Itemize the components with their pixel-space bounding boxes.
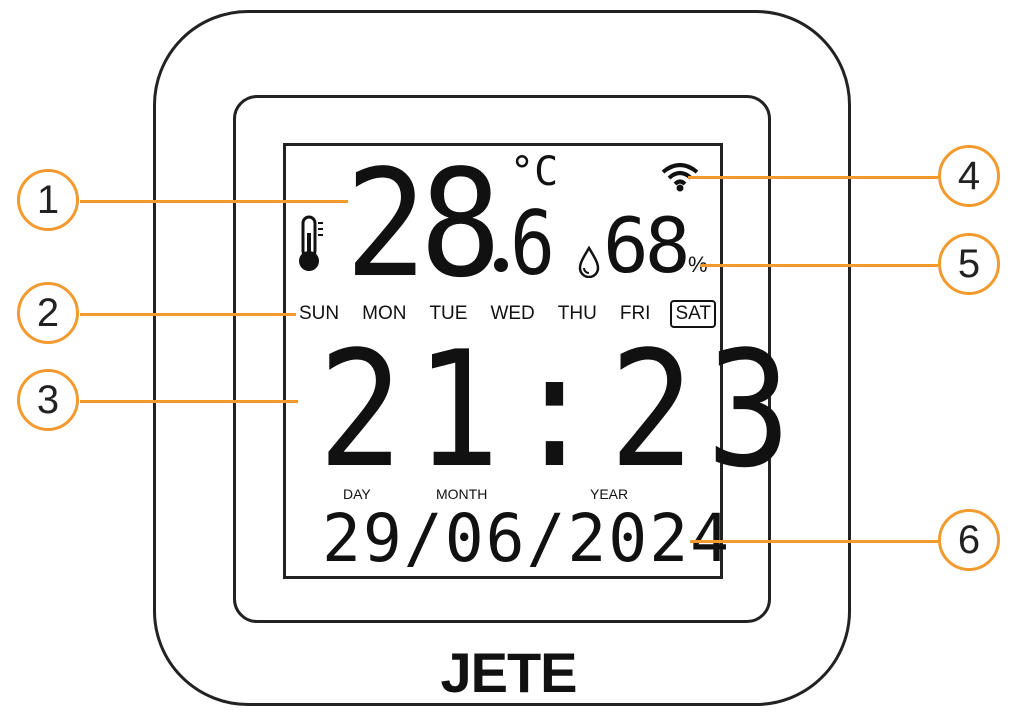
brand-logo: JETE bbox=[440, 641, 577, 704]
date-display: 29/06/2024 bbox=[322, 500, 732, 577]
temperature-integer: 28 bbox=[345, 138, 502, 310]
water-drop-icon bbox=[578, 246, 600, 278]
callout-2: 2 bbox=[17, 282, 79, 344]
callout-5: 5 bbox=[938, 233, 1000, 295]
callout-line-4 bbox=[688, 176, 938, 179]
time-display: 21:23 bbox=[318, 316, 804, 503]
thermometer-icon bbox=[299, 215, 323, 271]
humidity-value: 68 bbox=[603, 201, 690, 290]
callout-6: 6 bbox=[938, 509, 1000, 571]
temperature-decimal: 6 bbox=[510, 192, 556, 295]
callout-3: 3 bbox=[17, 369, 79, 431]
callout-line-1 bbox=[80, 200, 348, 203]
callout-line-2 bbox=[80, 313, 296, 316]
callout-line-6 bbox=[690, 540, 938, 543]
decimal-point bbox=[494, 258, 508, 272]
callout-line-3 bbox=[80, 400, 298, 403]
callout-1: 1 bbox=[17, 169, 79, 231]
temperature-unit: °C bbox=[510, 149, 559, 195]
callout-line-5 bbox=[700, 264, 938, 267]
callout-4: 4 bbox=[938, 145, 1000, 207]
